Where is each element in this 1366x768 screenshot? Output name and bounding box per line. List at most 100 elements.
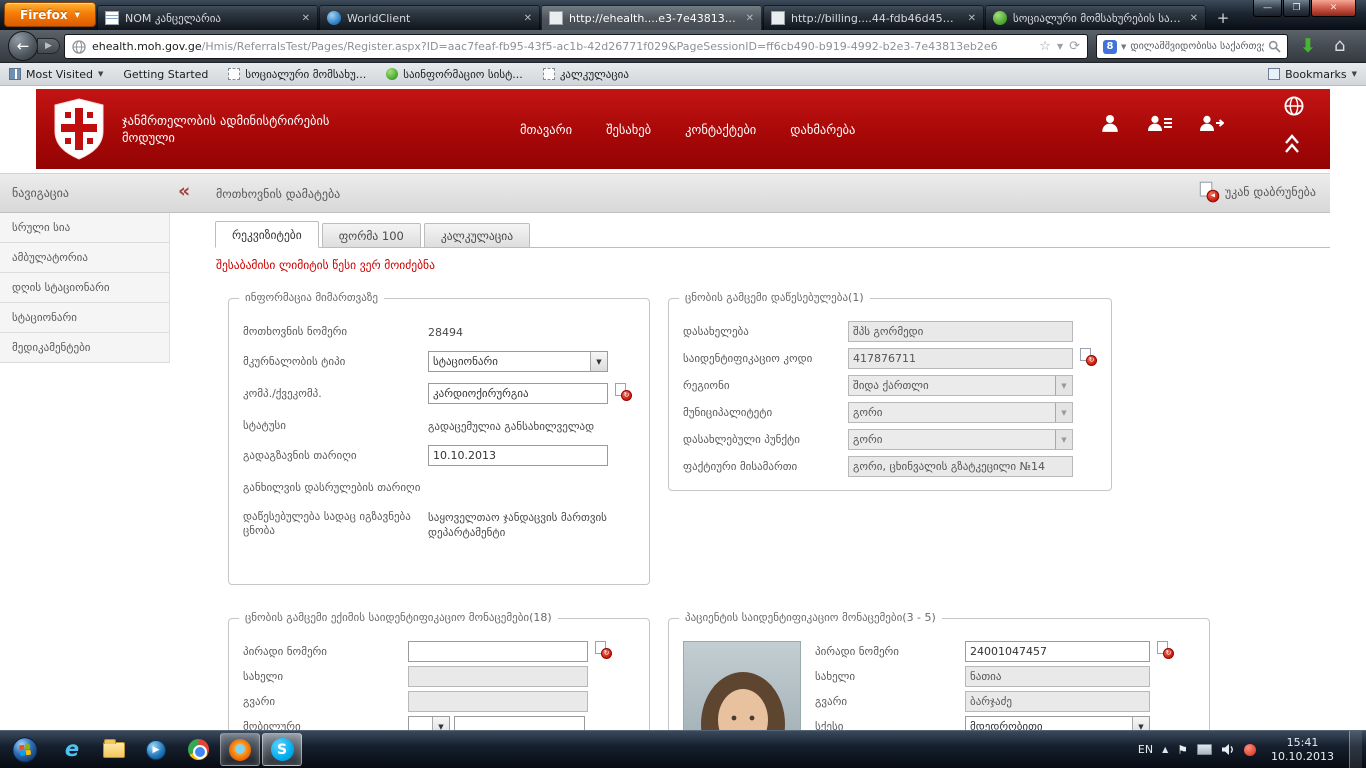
tab-close-icon[interactable]: ✕ (522, 13, 532, 24)
tab-calculation[interactable]: კალკულაცია (424, 223, 530, 248)
phone-code-select[interactable]: ▼ (408, 716, 450, 730)
taskbar-firefox[interactable] (220, 733, 260, 766)
search-bar[interactable]: 8 ▼ დილამშვიდობისა საქართველო (1096, 34, 1288, 59)
text-input[interactable] (428, 383, 608, 404)
sidebar-item-medications[interactable]: მედიკამენტები (0, 333, 169, 363)
menu-item-home[interactable]: მთავარი (520, 122, 572, 137)
taskbar-skype[interactable]: S (262, 733, 302, 766)
user-logout-icon[interactable] (1200, 113, 1224, 133)
search-engine-dropdown-icon[interactable]: ▼ (1121, 43, 1126, 51)
bookmarks-menu-button[interactable]: Bookmarks ▼ (1268, 68, 1357, 81)
url-path: /Hmis/ReferralsTest/Pages/Register.aspx?… (202, 40, 998, 53)
validate-icon[interactable]: ↻ (1157, 641, 1174, 659)
language-indicator[interactable]: EN (1138, 743, 1153, 756)
sidebar-collapse-icon[interactable]: « (178, 180, 190, 202)
minimize-button[interactable]: — (1253, 0, 1282, 17)
menu-item-contacts[interactable]: კონტაქტები (685, 122, 756, 137)
bookmark-item[interactable]: საინფორმაციო სისტ... (386, 68, 523, 81)
search-input[interactable]: დილამშვიდობისა საქართველო (1130, 41, 1264, 52)
search-icon[interactable] (1268, 40, 1281, 53)
url-text[interactable]: ehealth.moh.gov.ge/Hmis/ReferralsTest/Pa… (92, 40, 1033, 53)
taskbar-explorer[interactable] (94, 733, 134, 766)
browser-tab[interactable]: NOM კანცელარია ✕ (97, 5, 318, 30)
validate-icon[interactable]: ↻ (1080, 348, 1097, 366)
firefox-menu-button[interactable]: Firefox ▼ (4, 2, 96, 27)
scroll-top-icon[interactable] (1284, 133, 1300, 155)
start-button[interactable] (8, 733, 42, 767)
menu-item-about[interactable]: შესახებ (606, 122, 651, 137)
tab-title: NOM კანცელარია (125, 12, 294, 25)
validate-icon[interactable]: ↻ (615, 383, 632, 401)
sidebar-item-full-list[interactable]: სრული სია (0, 213, 169, 243)
show-hidden-icons[interactable]: ▲ (1162, 745, 1168, 754)
section-fields: მოთხოვნის ნომერი28494მკურნალობის ტიპისტა… (229, 299, 649, 559)
bookmarks-panel-icon (1268, 68, 1280, 80)
error-message: შესაბამისი ლიმიტის წესი ვერ მოიძებნა (216, 258, 435, 272)
chevron-down-icon: ▼ (1352, 70, 1357, 78)
menu-item-help[interactable]: დახმარება (790, 122, 855, 137)
bookmark-label: Most Visited (26, 68, 93, 81)
maximize-button[interactable]: ❐ (1283, 0, 1310, 17)
reload-icon[interactable]: ⟳ (1069, 39, 1080, 54)
taskbar-ie[interactable]: e (52, 733, 92, 766)
url-bar[interactable]: ehealth.moh.gov.ge/Hmis/ReferralsTest/Pa… (64, 34, 1088, 59)
form-row: სახელი (243, 666, 635, 687)
action-center-icon[interactable]: ⚑ (1177, 743, 1188, 757)
language-globe-icon[interactable] (1284, 96, 1304, 116)
text-input[interactable] (428, 445, 608, 466)
back-icon: ◂ (1200, 182, 1220, 203)
field-value: 28494 (428, 321, 463, 340)
text-input[interactable] (408, 641, 588, 662)
url-domain: ehealth.moh.gov.ge (92, 40, 202, 53)
tab-close-icon[interactable]: ✕ (300, 13, 310, 24)
most-visited-icon (9, 68, 21, 80)
tab-close-icon[interactable]: ✕ (966, 13, 976, 24)
field-label: საიდენტიფიკაციო კოდი (683, 348, 848, 369)
tab-close-icon[interactable]: ✕ (1188, 13, 1198, 24)
tray-app-icon[interactable] (1244, 744, 1256, 756)
user-icon[interactable] (1100, 113, 1120, 133)
taskbar-media-player[interactable]: ▶ (136, 733, 176, 766)
tab-requisites[interactable]: რეკვიზიტები (215, 221, 319, 248)
text-input[interactable] (965, 641, 1150, 662)
bookmark-item[interactable]: სოციალური მომსახუ... (228, 68, 366, 81)
tab-close-icon[interactable]: ✕ (744, 13, 754, 24)
sidebar-item-ambulatory[interactable]: ამბულატორია (0, 243, 169, 273)
volume-icon[interactable] (1221, 743, 1235, 756)
sidebar-item-day-hospital[interactable]: დღის სტაციონარი (0, 273, 169, 303)
home-icon[interactable]: ⌂ (1334, 35, 1345, 56)
show-desktop-button[interactable] (1349, 731, 1362, 768)
bookmark-item[interactable]: კალკულაცია (543, 68, 629, 81)
validate-icon[interactable]: ↻ (595, 641, 612, 659)
field-value: ↻ (408, 641, 612, 662)
browser-tab[interactable]: WorldClient ✕ (319, 5, 540, 30)
forward-button[interactable]: ▶ (37, 38, 60, 54)
downloads-icon[interactable]: ⬇ (1300, 35, 1316, 57)
browser-tab[interactable]: სოციალური მომსახურების საა... ✕ (985, 5, 1206, 30)
network-icon[interactable] (1197, 744, 1212, 755)
go-back-button[interactable]: ◂ უკან დაბრუნება (1198, 183, 1316, 201)
select-dropdown[interactable]: სტაციონარი▼ (428, 351, 608, 372)
form-row: პირადი ნომერი↻ (243, 641, 635, 662)
search-engine-icon[interactable]: 8 (1103, 40, 1117, 54)
bookmark-star-icon[interactable]: ☆ (1039, 39, 1051, 54)
tab-title: WorldClient (347, 12, 516, 25)
back-button[interactable]: ← (8, 31, 38, 61)
taskbar-clock[interactable]: 15:41 10.10.2013 (1265, 736, 1340, 764)
sidebar-item-hospital[interactable]: სტაციონარი (0, 303, 169, 333)
url-dropdown-icon[interactable]: ▼ (1057, 42, 1063, 51)
bookmark-getting-started[interactable]: Getting Started (123, 68, 208, 81)
sidebar-item-label: დღის სტაციონარი (12, 281, 110, 294)
tab-form-100[interactable]: ფორმა 100 (322, 223, 421, 248)
phone-input[interactable] (454, 716, 585, 730)
close-button[interactable]: ✕ (1311, 0, 1356, 17)
taskbar-chrome[interactable] (178, 733, 218, 766)
select-dropdown[interactable]: მდედრობითი▼ (965, 716, 1150, 730)
field-label: სქესი (815, 716, 965, 730)
bookmark-most-visited[interactable]: Most Visited ▼ (9, 68, 103, 81)
user-list-icon[interactable] (1148, 113, 1172, 133)
new-tab-button[interactable]: + (1210, 8, 1236, 28)
browser-tab-active[interactable]: http://ehealth....e3-7e43813eb2e6 ✕ (541, 5, 762, 30)
site-identity-icon[interactable] (72, 40, 86, 54)
browser-tab[interactable]: http://billing....44-fdb46d45c493 ✕ (763, 5, 984, 30)
